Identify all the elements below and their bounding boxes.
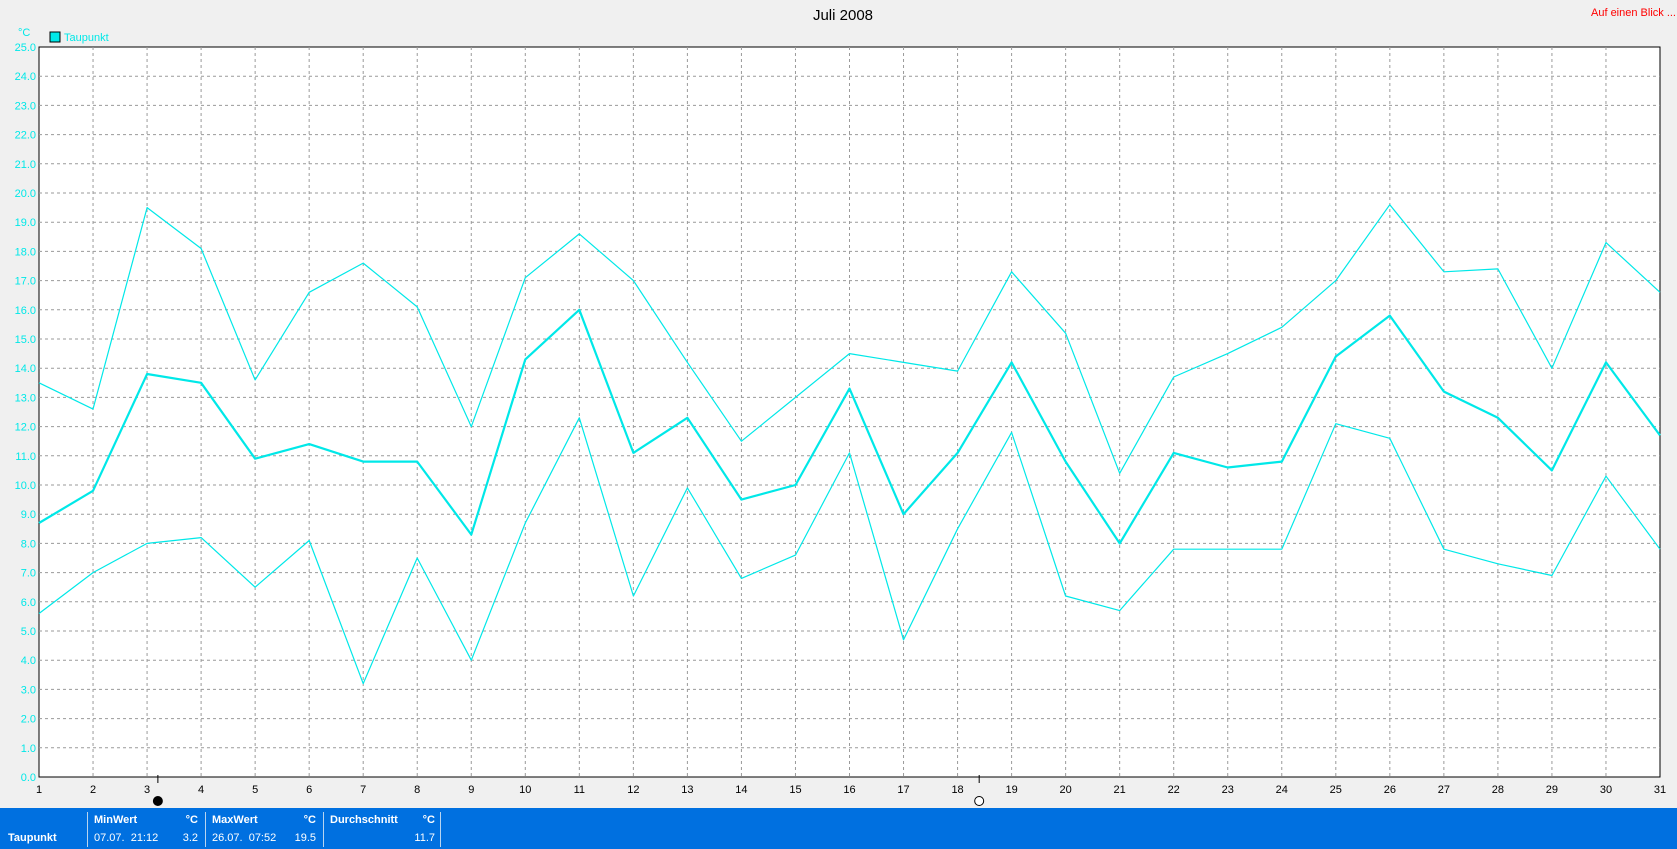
x-tick-label: 22 — [1168, 784, 1180, 796]
x-tick-label: 17 — [897, 784, 909, 796]
y-tick-label: 25.0 — [15, 42, 36, 54]
x-tick-label: 1 — [36, 784, 42, 796]
x-tick-label: 15 — [789, 784, 801, 796]
y-tick-label: 17.0 — [15, 276, 36, 288]
stat-max-head: MaxWert — [212, 814, 258, 826]
y-tick-label: 2.0 — [21, 714, 36, 726]
x-tick-label: 7 — [360, 784, 366, 796]
y-tick-label: 4.0 — [21, 655, 36, 667]
y-tick-label: 20.0 — [15, 188, 36, 200]
stat-min-unit: °C — [185, 814, 198, 826]
x-tick-label: 10 — [519, 784, 531, 796]
full-moon-icon — [974, 796, 985, 806]
y-tick-label: 15.0 — [15, 334, 36, 346]
y-tick-label: 5.0 — [21, 626, 36, 638]
y-axis-unit: °C — [18, 27, 30, 39]
stat-max: MaxWert °C 26.07. 07:52 19.5 — [205, 812, 321, 847]
y-tick-label: 1.0 — [21, 743, 36, 755]
stat-avg-head: Durchschnitt — [330, 814, 398, 826]
overview-link[interactable]: Auf einen Blick ... — [1591, 7, 1676, 19]
chart-title: Juli 2008 — [813, 7, 873, 24]
x-tick-label: 14 — [735, 784, 747, 796]
x-tick-label: 26 — [1384, 784, 1396, 796]
y-tick-label: 19.0 — [15, 217, 36, 229]
x-tick-label: 29 — [1546, 784, 1558, 796]
y-tick-label: 6.0 — [21, 597, 36, 609]
x-tick-label: 6 — [306, 784, 312, 796]
y-tick-label: 22.0 — [15, 130, 36, 142]
legend-label: Taupunkt — [64, 32, 109, 44]
stat-min-date: 07.07. 21:12 — [94, 832, 159, 844]
x-tick-label: 16 — [843, 784, 855, 796]
stat-max-value: 19.5 — [294, 832, 316, 844]
stats-series-label: Taupunkt — [8, 832, 57, 844]
y-tick-label: 16.0 — [15, 305, 36, 317]
x-tick-label: 12 — [627, 784, 639, 796]
stat-min-head: MinWert — [94, 814, 138, 826]
stat-min: MinWert °C 07.07. 21:12 3.2 — [87, 812, 203, 847]
x-tick-label: 24 — [1276, 784, 1288, 796]
stat-avg-unit: °C — [422, 814, 435, 826]
y-tick-label: 12.0 — [15, 422, 36, 434]
stat-max-unit: °C — [303, 814, 316, 826]
x-tick-label: 23 — [1222, 784, 1234, 796]
y-tick-label: 10.0 — [15, 480, 36, 492]
stat-max-date: 26.07. 07:52 — [212, 832, 277, 844]
y-tick-label: 13.0 — [15, 392, 36, 404]
y-tick-label: 3.0 — [21, 684, 36, 696]
x-tick-label: 9 — [468, 784, 474, 796]
stat-avg-value: 11.7 — [414, 832, 435, 844]
new-moon-icon — [152, 796, 163, 806]
x-tick-label: 19 — [1005, 784, 1017, 796]
y-tick-label: 0.0 — [21, 772, 36, 784]
x-tick-label: 2 — [90, 784, 96, 796]
y-tick-label: 21.0 — [15, 159, 36, 171]
x-tick-label: 20 — [1060, 784, 1072, 796]
y-tick-label: 11.0 — [15, 451, 36, 463]
legend-swatch — [49, 31, 61, 43]
x-tick-label: 8 — [414, 784, 420, 796]
y-tick-label: 14.0 — [15, 363, 36, 375]
x-tick-label: 5 — [252, 784, 258, 796]
x-tick-label: 30 — [1600, 784, 1612, 796]
chart-canvas: 0.01.02.03.04.05.06.07.08.09.010.011.012… — [15, 7, 1676, 806]
x-tick-label: 21 — [1114, 784, 1126, 796]
x-tick-label: 31 — [1654, 784, 1666, 796]
x-tick-label: 4 — [198, 784, 204, 796]
y-tick-label: 9.0 — [21, 509, 36, 521]
chart-page: 0.0 1.0 2.0 3.0 4.0 5.0 6.0 7.0 8.0 9.0 10.0 11.0 12… — [0, 0, 1677, 849]
y-tick-label: 7.0 — [21, 568, 36, 580]
y-tick-label: 24.0 — [15, 71, 36, 83]
stats-bar: Taupunkt MinWert °C 07.07. 21:12 3.2 Max… — [0, 808, 1677, 849]
x-tick-label: 25 — [1330, 784, 1342, 796]
x-tick-label: 3 — [144, 784, 150, 796]
y-tick-label: 18.0 — [15, 246, 36, 258]
x-tick-label: 28 — [1492, 784, 1504, 796]
y-tick-label: 23.0 — [15, 100, 36, 112]
stat-avg: Durchschnitt °C 11.7 — [323, 812, 441, 847]
stat-min-value: 3.2 — [182, 832, 198, 844]
x-tick-label: 27 — [1438, 784, 1450, 796]
x-tick-label: 18 — [951, 784, 963, 796]
x-tick-label: 11 — [574, 784, 585, 796]
y-tick-label: 8.0 — [21, 538, 36, 550]
x-tick-label: 13 — [681, 784, 693, 796]
